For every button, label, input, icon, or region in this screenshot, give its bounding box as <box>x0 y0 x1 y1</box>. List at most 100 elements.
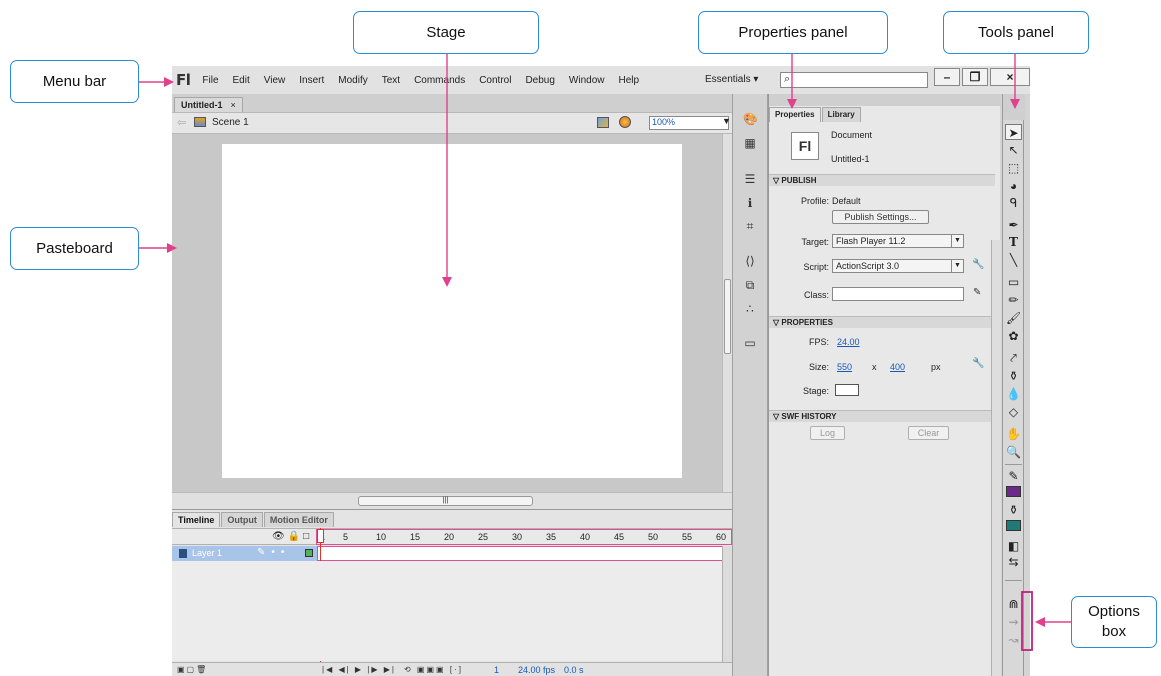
align-panel-icon[interactable]: ☰ <box>743 172 757 186</box>
subselection-tool-icon[interactable]: ↖ <box>1005 142 1022 158</box>
zoom-tool-icon[interactable]: 🔍 <box>1005 444 1022 460</box>
menu-help[interactable]: Help <box>619 75 640 86</box>
deco-tool-icon[interactable]: ✿ <box>1005 328 1022 344</box>
layer-state-icons[interactable]: ✎•• <box>257 547 290 558</box>
width-value[interactable]: 550 <box>837 362 852 372</box>
code-snippets-icon[interactable]: ⟨⟩ <box>743 254 757 268</box>
bone-tool-icon[interactable]: ⤤ <box>1005 350 1022 366</box>
document-tab[interactable]: Untitled-1 × <box>174 97 243 112</box>
layer-row[interactable]: Layer 1 ✎•• <box>172 546 317 561</box>
publish-settings-button[interactable]: Publish Settings... <box>832 210 929 224</box>
eraser-tool-icon[interactable]: ◇ <box>1005 404 1022 420</box>
horizontal-scroll-thumb[interactable]: ||| <box>358 496 533 506</box>
tab-timeline[interactable]: Timeline <box>172 512 221 527</box>
straighten-option-icon[interactable]: ↝ <box>1005 632 1022 648</box>
playhead-handle[interactable] <box>317 529 324 543</box>
tab-motion-editor[interactable]: Motion Editor <box>263 512 334 527</box>
menu-window[interactable]: Window <box>569 75 605 86</box>
eyedropper-tool-icon[interactable]: 💧 <box>1005 386 1022 402</box>
menu-insert[interactable]: Insert <box>299 75 324 86</box>
log-button[interactable]: Log <box>810 426 845 440</box>
black-and-white-icon[interactable]: ◧ <box>1005 538 1022 554</box>
back-arrow-icon[interactable]: ⇦ <box>177 116 186 129</box>
fill-color-swatch[interactable] <box>1006 520 1021 531</box>
edit-symbols-icon[interactable] <box>619 116 631 128</box>
text-tool-icon[interactable]: T <box>1005 234 1022 250</box>
clear-button[interactable]: Clear <box>908 426 949 440</box>
layer-buttons-icons[interactable]: ▣▢🗑 <box>177 665 208 674</box>
pencil-tool-icon[interactable]: ✏ <box>1005 292 1022 308</box>
zoom-select[interactable]: 100% <box>649 116 729 130</box>
swatches-panel-icon[interactable]: ▦ <box>743 136 757 150</box>
menu-control[interactable]: Control <box>479 75 511 86</box>
tab-properties[interactable]: Properties <box>769 107 821 122</box>
wrench-icon[interactable]: 🔧 <box>972 259 984 270</box>
swf-history-section-header[interactable]: ▽ SWF HISTORY <box>769 410 995 422</box>
fill-color-icon[interactable]: ⚱ <box>1005 502 1022 518</box>
minimize-button[interactable]: – <box>934 68 960 86</box>
paint-bucket-tool-icon[interactable]: ⚱ <box>1005 368 1022 384</box>
frame-rate-readout[interactable]: 24.00 fps <box>518 665 555 675</box>
timeline-scrollbar[interactable] <box>722 546 732 662</box>
snap-to-objects-icon[interactable]: ⋒ <box>1005 596 1022 612</box>
stroke-color-swatch[interactable] <box>1006 486 1021 497</box>
close-tab-icon[interactable]: × <box>231 100 236 110</box>
properties-scrollbar[interactable] <box>991 240 1001 676</box>
fps-value[interactable]: 24.00 <box>837 337 860 347</box>
menu-modify[interactable]: Modify <box>338 75 367 86</box>
search-input[interactable]: ⌕ <box>780 72 928 88</box>
height-value[interactable]: 400 <box>890 362 905 372</box>
layer-name[interactable]: Layer 1 <box>192 548 222 558</box>
workspace-switcher[interactable]: Essentials ▾ <box>705 74 758 85</box>
hand-tool-icon[interactable]: ✋ <box>1005 426 1022 442</box>
free-transform-tool-icon[interactable]: ⬚ <box>1005 160 1022 176</box>
layer-color-swatch[interactable] <box>305 549 313 557</box>
frame-row[interactable] <box>317 546 732 561</box>
info-panel-icon[interactable]: ℹ <box>743 196 757 210</box>
scene-label[interactable]: Scene 1 <box>212 117 249 128</box>
tab-library[interactable]: Library <box>821 107 861 122</box>
menu-file[interactable]: File <box>202 75 218 86</box>
playback-controls-icons[interactable]: |◀ ◀| ▶ |▶ ▶| <box>322 665 396 674</box>
script-select[interactable]: ActionScript 3.0 ▼ <box>832 259 964 273</box>
transform-panel-icon[interactable]: ⌗ <box>743 219 757 233</box>
edit-scene-icon[interactable] <box>597 117 609 128</box>
stroke-color-icon[interactable]: ✎ <box>1005 468 1022 484</box>
properties-section-header[interactable]: ▽ PROPERTIES <box>769 316 995 328</box>
rectangle-tool-icon[interactable]: ▭ <box>1005 274 1022 290</box>
menu-view[interactable]: View <box>264 75 286 86</box>
chevron-down-icon[interactable]: ▼ <box>722 116 731 126</box>
pasteboard[interactable] <box>172 134 722 492</box>
onion-skin-icons[interactable]: ⟲ ▣▣▣ [·] <box>404 665 463 674</box>
menu-debug[interactable]: Debug <box>525 75 554 86</box>
smooth-option-icon[interactable]: ⇝ <box>1005 614 1022 630</box>
tab-output[interactable]: Output <box>221 512 263 527</box>
vertical-scroll-thumb[interactable] <box>724 279 731 354</box>
brush-tool-icon[interactable]: 🖌 <box>1005 310 1022 326</box>
stage-color-swatch[interactable] <box>835 384 859 396</box>
class-input[interactable] <box>832 287 964 301</box>
swap-colors-icon[interactable]: ⇆ <box>1005 554 1022 570</box>
menu-commands[interactable]: Commands <box>414 75 465 86</box>
frame-ruler[interactable]: 1 5 10 15 20 25 30 35 40 45 50 55 60 <box>316 529 732 545</box>
target-select[interactable]: Flash Player 11.2 ▼ <box>832 234 964 248</box>
pen-tool-icon[interactable]: ✒ <box>1005 217 1022 233</box>
3d-rotation-tool-icon[interactable]: ◕ <box>1005 178 1022 194</box>
publish-section-header[interactable]: ▽ PUBLISH <box>769 174 995 186</box>
motion-presets-icon[interactable]: ∴ <box>743 302 757 316</box>
vertical-scrollbar[interactable] <box>722 134 732 492</box>
menu-edit[interactable]: Edit <box>233 75 250 86</box>
components-icon[interactable]: ⧉ <box>743 278 757 292</box>
close-button[interactable]: × <box>990 68 1030 86</box>
horizontal-scrollbar[interactable]: ||| <box>172 492 732 509</box>
pencil-icon[interactable]: ✎ <box>973 287 981 298</box>
project-panel-icon[interactable]: ▭ <box>743 336 757 350</box>
line-tool-icon[interactable]: ╲ <box>1005 252 1022 268</box>
wrench-icon[interactable]: 🔧 <box>972 358 984 369</box>
stage[interactable] <box>222 144 682 478</box>
lasso-tool-icon[interactable]: ᑫ <box>1005 195 1022 211</box>
menu-text[interactable]: Text <box>382 75 400 86</box>
color-panel-icon[interactable]: 🎨 <box>743 112 758 126</box>
layer-visibility-icons[interactable]: 👁🔒□ <box>272 531 312 542</box>
restore-button[interactable]: ❐ <box>962 68 988 86</box>
